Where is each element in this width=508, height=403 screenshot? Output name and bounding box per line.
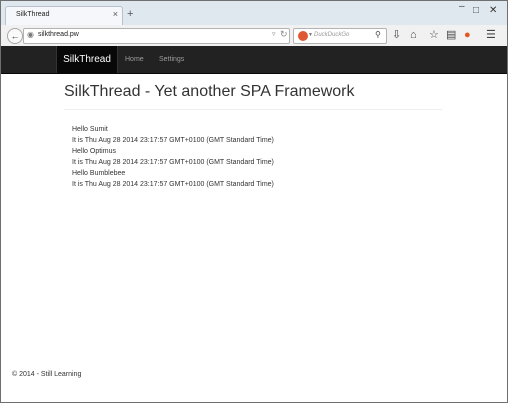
globe-icon: ◉ [27,30,34,39]
site-navbar: SilkThread Home Settings [1,46,507,74]
tab-strip: SilkThread × + – □ ✕ [1,1,507,25]
reload-icon[interactable]: ↻ [280,29,288,40]
timestamp-line: It is Thu Aug 28 2014 23:17:57 GMT+0100 … [72,137,274,144]
engine-dropdown-icon[interactable]: ▼ [308,32,313,38]
greeting-line: Hello Optimus [72,148,116,155]
greeting-line: Hello Bumblebee [72,170,126,177]
greeting-line: Hello Sumit [72,126,108,133]
magnifier-icon[interactable]: ⚲ [375,30,381,39]
new-tab-button[interactable]: + [127,8,133,20]
url-text[interactable]: silkthread.pw [38,31,79,38]
back-arrow-icon: ← [10,31,20,41]
page-title: SilkThread - Yet another SPA Framework [64,83,355,100]
back-button[interactable]: ← [7,28,23,44]
search-bar[interactable]: ▼ DuckDuckGo ⚲ [293,28,387,44]
page-footer: © 2014 - Still Learning [12,371,82,378]
home-icon[interactable]: ⌂ [410,28,417,42]
download-icon[interactable]: ⇩ [392,28,401,42]
search-placeholder: DuckDuckGo [314,32,350,38]
tab-close-icon[interactable]: × [113,9,118,19]
star-icon[interactable]: ☆ [429,28,439,42]
title-divider [64,109,442,110]
browser-window: SilkThread × + – □ ✕ ← ◉ silkthread.pw ▿… [0,0,508,403]
greeting-list: Hello Sumit It is Thu Aug 28 2014 23:17:… [72,124,274,190]
duckduckgo-logo-icon[interactable] [298,31,308,41]
timestamp-line: It is Thu Aug 28 2014 23:17:57 GMT+0100 … [72,159,274,166]
duckduckgo-addon-icon[interactable]: ● [464,28,471,42]
history-dropdown-icon[interactable]: ▿ [272,30,276,38]
navigation-toolbar: ← ◉ silkthread.pw ▿ ↻ ▼ DuckDuckGo ⚲ ⇩ ⌂… [1,25,507,47]
hamburger-menu-icon[interactable]: ☰ [486,28,496,42]
nav-link-settings[interactable]: Settings [159,46,184,73]
navbar-brand[interactable]: SilkThread [56,46,118,73]
tab-silkthread[interactable]: SilkThread × [5,6,123,25]
minimize-button[interactable]: – [459,1,465,12]
close-window-button[interactable]: ✕ [489,5,497,16]
nav-link-home[interactable]: Home [125,46,144,73]
clipboard-icon[interactable]: ▤ [446,28,456,42]
address-bar[interactable]: ◉ silkthread.pw ▿ ↻ [23,28,290,44]
timestamp-line: It is Thu Aug 28 2014 23:17:57 GMT+0100 … [72,181,274,188]
tab-title: SilkThread [16,11,50,18]
maximize-button[interactable]: □ [473,5,479,16]
